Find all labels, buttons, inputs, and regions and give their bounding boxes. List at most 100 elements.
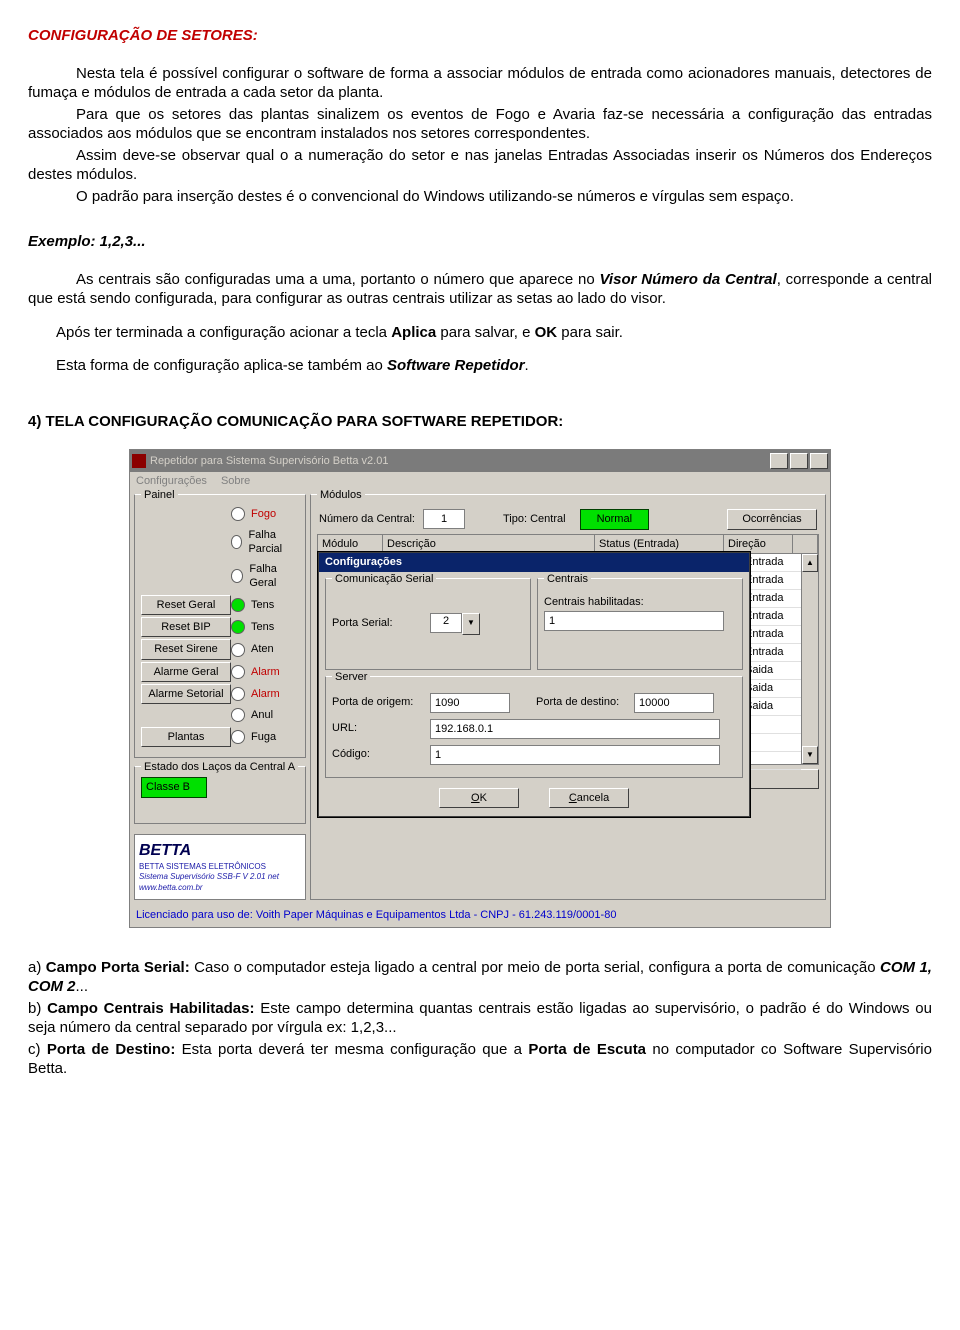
table-cell: Saida [741, 662, 801, 680]
app-window: Repetidor para Sistema Supervisório Bett… [129, 449, 831, 928]
server-group: Server Porta de origem: Porta de destino… [325, 676, 743, 778]
painel-group: Painel Fogo Falha Parcial Falha Geral Re… [134, 494, 306, 758]
ok-button[interactable]: OOKK [439, 788, 519, 808]
plantas-button[interactable]: Plantas [141, 727, 231, 747]
scrollbar[interactable]: ▲ ▼ [801, 554, 818, 764]
example-label: Exemplo: 1,2,3... [28, 232, 932, 252]
reset-geral-button[interactable]: Reset Geral [141, 595, 231, 615]
text: c) [28, 1041, 47, 1058]
section-title: CONFIGURAÇÃO DE SETORES: [28, 26, 932, 46]
betta-branding: BETTA BETTA SISTEMAS ELETRÔNICOS Sistema… [134, 834, 306, 900]
col-descricao[interactable]: Descrição [383, 535, 595, 553]
table-header: Módulo Descrição Status (Entrada) Direçã… [317, 534, 819, 554]
table-cell: Saida [741, 680, 801, 698]
text: Caso o computador esteja ligado a centra… [190, 959, 880, 976]
led-icon [231, 620, 245, 634]
painel-item: Aten [251, 642, 274, 656]
betta-logo: BETTA [139, 841, 301, 862]
scroll-down-icon[interactable]: ▼ [802, 746, 818, 764]
text: b) [28, 1000, 47, 1017]
table-cell [741, 716, 801, 734]
alarme-setorial-button[interactable]: Alarme Setorial [141, 684, 231, 704]
cancel-button[interactable]: Cancela [549, 788, 629, 808]
reset-sirene-button[interactable]: Reset Sirene [141, 639, 231, 659]
led-icon [231, 687, 245, 701]
alarme-geral-button[interactable]: Alarme Geral [141, 662, 231, 682]
menu-configuracoes[interactable]: Configurações [136, 474, 207, 488]
url-label: URL: [332, 721, 424, 735]
reset-bip-button[interactable]: Reset BIP [141, 617, 231, 637]
paragraph: O padrão para inserção destes é o conven… [28, 187, 932, 207]
porta-destino-input[interactable] [634, 693, 714, 713]
scroll-up-icon[interactable]: ▲ [802, 554, 818, 572]
porta-destino-label: Porta de destino: [536, 695, 628, 709]
text: Após ter terminada a configuração aciona… [56, 324, 391, 341]
table-cell: Entrada [741, 626, 801, 644]
menubar: Configurações Sobre [130, 472, 830, 490]
painel-item: Alarm [251, 665, 280, 679]
estado-group: Estado dos Laços da Central A Classe B [134, 766, 306, 824]
porta-origem-label: Porta de origem: [332, 695, 424, 709]
painel-item: Fogo [251, 507, 276, 521]
com-serial-group: Comunicação Serial Porta Serial: 2 ▼ [325, 578, 531, 670]
table-cell [741, 752, 801, 770]
chevron-down-icon[interactable]: ▼ [462, 613, 480, 635]
led-icon [231, 569, 243, 583]
centrais-hab-label: Centrais habilitadas: [544, 595, 644, 609]
led-icon [231, 507, 245, 521]
betta-url: www.betta.com.br [139, 883, 301, 893]
painel-item: Falha Geral [249, 562, 299, 591]
col-status[interactable]: Status (Entrada) [595, 535, 724, 553]
text: As centrais são configuradas uma a uma, … [76, 271, 599, 288]
tipo-label: Tipo: Central [503, 512, 566, 526]
config-dialog: Configurações Comunicação Serial Porta S… [318, 552, 750, 817]
text: ... [76, 978, 89, 995]
centrais-group: Centrais Centrais habilitadas: [537, 578, 743, 670]
painel-item: Fuga [251, 730, 276, 744]
menu-sobre[interactable]: Sobre [221, 474, 250, 488]
table-cell: Entrada [741, 644, 801, 662]
porta-serial-value: 2 [430, 613, 462, 633]
col-direcao[interactable]: Direção [724, 535, 793, 553]
maximize-button[interactable]: □ [790, 453, 808, 469]
centrais-hab-input[interactable] [544, 611, 724, 631]
window-title: Repetidor para Sistema Supervisório Bett… [150, 454, 768, 468]
codigo-input[interactable] [430, 745, 720, 765]
led-icon [231, 643, 245, 657]
emphasis: Software Repetidor [387, 357, 525, 374]
betta-sub: Sistema Supervisório SSB-F V 2.01 net [139, 872, 301, 882]
emphasis: Visor Número da Central [599, 271, 776, 288]
url-input[interactable] [430, 719, 720, 739]
centrais-label: Centrais [544, 572, 591, 586]
paragraph: Para que os setores das plantas sinalize… [28, 105, 932, 144]
classe-b-badge: Classe B [141, 777, 207, 797]
table-cell: Entrada [741, 554, 801, 572]
table-cell: Entrada [741, 590, 801, 608]
bold: OK [535, 324, 558, 341]
table-cell: Entrada [741, 608, 801, 626]
modulos-label: Módulos [317, 488, 365, 502]
paragraph: Após ter terminada a configuração aciona… [56, 323, 932, 343]
porta-serial-combo[interactable]: 2 ▼ [430, 613, 480, 635]
col-modulo[interactable]: Módulo [318, 535, 383, 553]
com-serial-label: Comunicação Serial [332, 572, 436, 586]
painel-item: Tens [251, 620, 274, 634]
painel-item: Alarm [251, 687, 280, 701]
num-central-label: Número da Central: [319, 512, 415, 526]
betta-sub: BETTA SISTEMAS ELETRÔNICOS [139, 862, 301, 872]
note-a: a) Campo Porta Serial: Caso o computador… [28, 958, 932, 997]
table-cell: Entrada [741, 572, 801, 590]
num-central-select[interactable]: 1 [423, 509, 465, 529]
ocorrencias-button[interactable]: Ocorrências [727, 509, 817, 529]
table-cell [741, 734, 801, 752]
server-label: Server [332, 670, 370, 684]
close-button[interactable]: × [810, 453, 828, 469]
painel-label: Painel [141, 488, 178, 502]
bold: Porta de Escuta [528, 1041, 646, 1058]
led-icon [231, 598, 245, 612]
porta-origem-input[interactable] [430, 693, 510, 713]
text: Esta forma de configuração aplica-se tam… [56, 357, 387, 374]
status-badge: Normal [580, 509, 649, 529]
porta-serial-label: Porta Serial: [332, 616, 424, 630]
minimize-button[interactable]: _ [770, 453, 788, 469]
